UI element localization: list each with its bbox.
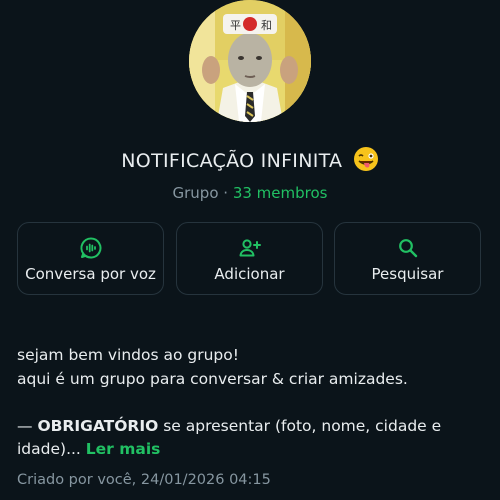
svg-text:平: 平 bbox=[230, 19, 241, 32]
bold-word: OBRIGATÓRIO bbox=[37, 416, 159, 435]
search-label: Pesquisar bbox=[371, 265, 444, 283]
voice-chat-label: Conversa por voz bbox=[25, 265, 156, 283]
add-person-icon bbox=[177, 236, 322, 260]
search-icon bbox=[335, 236, 480, 260]
search-button[interactable]: Pesquisar bbox=[334, 222, 481, 295]
description-line-1: sejam bem vindos ao grupo! bbox=[17, 346, 239, 364]
dash: — bbox=[17, 416, 38, 435]
add-member-button[interactable]: Adicionar bbox=[176, 222, 323, 295]
action-buttons: Conversa por voz Adicionar Pesquisar bbox=[17, 222, 485, 297]
description-line-3: — OBRIGATÓRIO se apresentar (foto, nome,… bbox=[17, 415, 487, 462]
group-type-label: Grupo bbox=[172, 184, 219, 202]
created-info: Criado por você, 24/01/2026 04:15 bbox=[17, 472, 271, 488]
winking-face-tongue-emoji-icon bbox=[353, 146, 379, 172]
group-description: sejam bem vindos ao grupo! aqui é um gru… bbox=[17, 344, 487, 462]
group-subtitle: Grupo · 33 membros bbox=[0, 184, 500, 202]
separator: · bbox=[218, 184, 233, 202]
members-count-link[interactable]: 33 membros bbox=[233, 184, 328, 202]
group-title: NOTIFICAÇÃO INFINITA bbox=[0, 146, 500, 172]
read-more-link[interactable]: Ler mais bbox=[86, 440, 161, 458]
group-name: NOTIFICAÇÃO INFINITA bbox=[121, 150, 343, 172]
add-member-label: Adicionar bbox=[214, 265, 285, 283]
description-line-2: aqui é um grupo para conversar & criar a… bbox=[17, 369, 408, 388]
group-avatar[interactable]: 平 和 bbox=[189, 0, 311, 122]
svg-text:和: 和 bbox=[261, 19, 272, 32]
voice-chat-button[interactable]: Conversa por voz bbox=[17, 222, 164, 295]
voice-chat-icon bbox=[18, 236, 163, 260]
